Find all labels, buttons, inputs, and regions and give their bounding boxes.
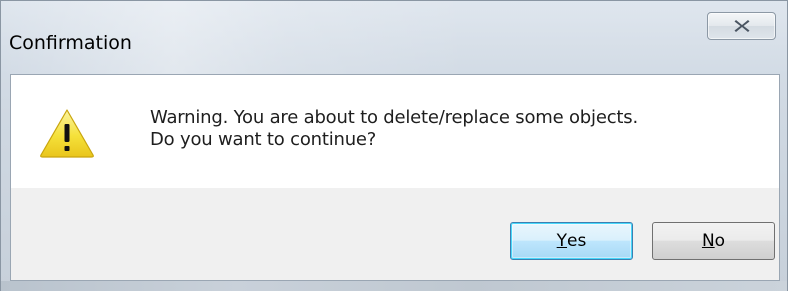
window-bottom-border [1,281,787,291]
no-button[interactable]: No [652,222,775,260]
title-bar[interactable]: Confirmation [1,1,787,75]
yes-mnemonic: Y [556,231,568,251]
no-label-rest: o [714,231,726,251]
close-icon [734,20,749,32]
message-area: Warning. You are about to delete/replace… [11,75,779,188]
warning-message: Warning. You are about to delete/replace… [150,107,638,151]
yes-label-rest: es [567,231,587,251]
message-line-1: Warning. You are about to delete/replace… [150,107,638,128]
message-line-2: Do you want to continue? [150,129,377,150]
yes-button[interactable]: Yes [510,222,633,260]
no-mnemonic: N [701,231,715,251]
close-button[interactable] [707,12,776,40]
warning-icon [40,109,94,158]
confirmation-dialog: Confirmation Warning. You are about to d… [0,0,788,291]
dialog-client-area: Warning. You are about to delete/replace… [10,74,780,281]
window-title: Confirmation [9,32,132,54]
